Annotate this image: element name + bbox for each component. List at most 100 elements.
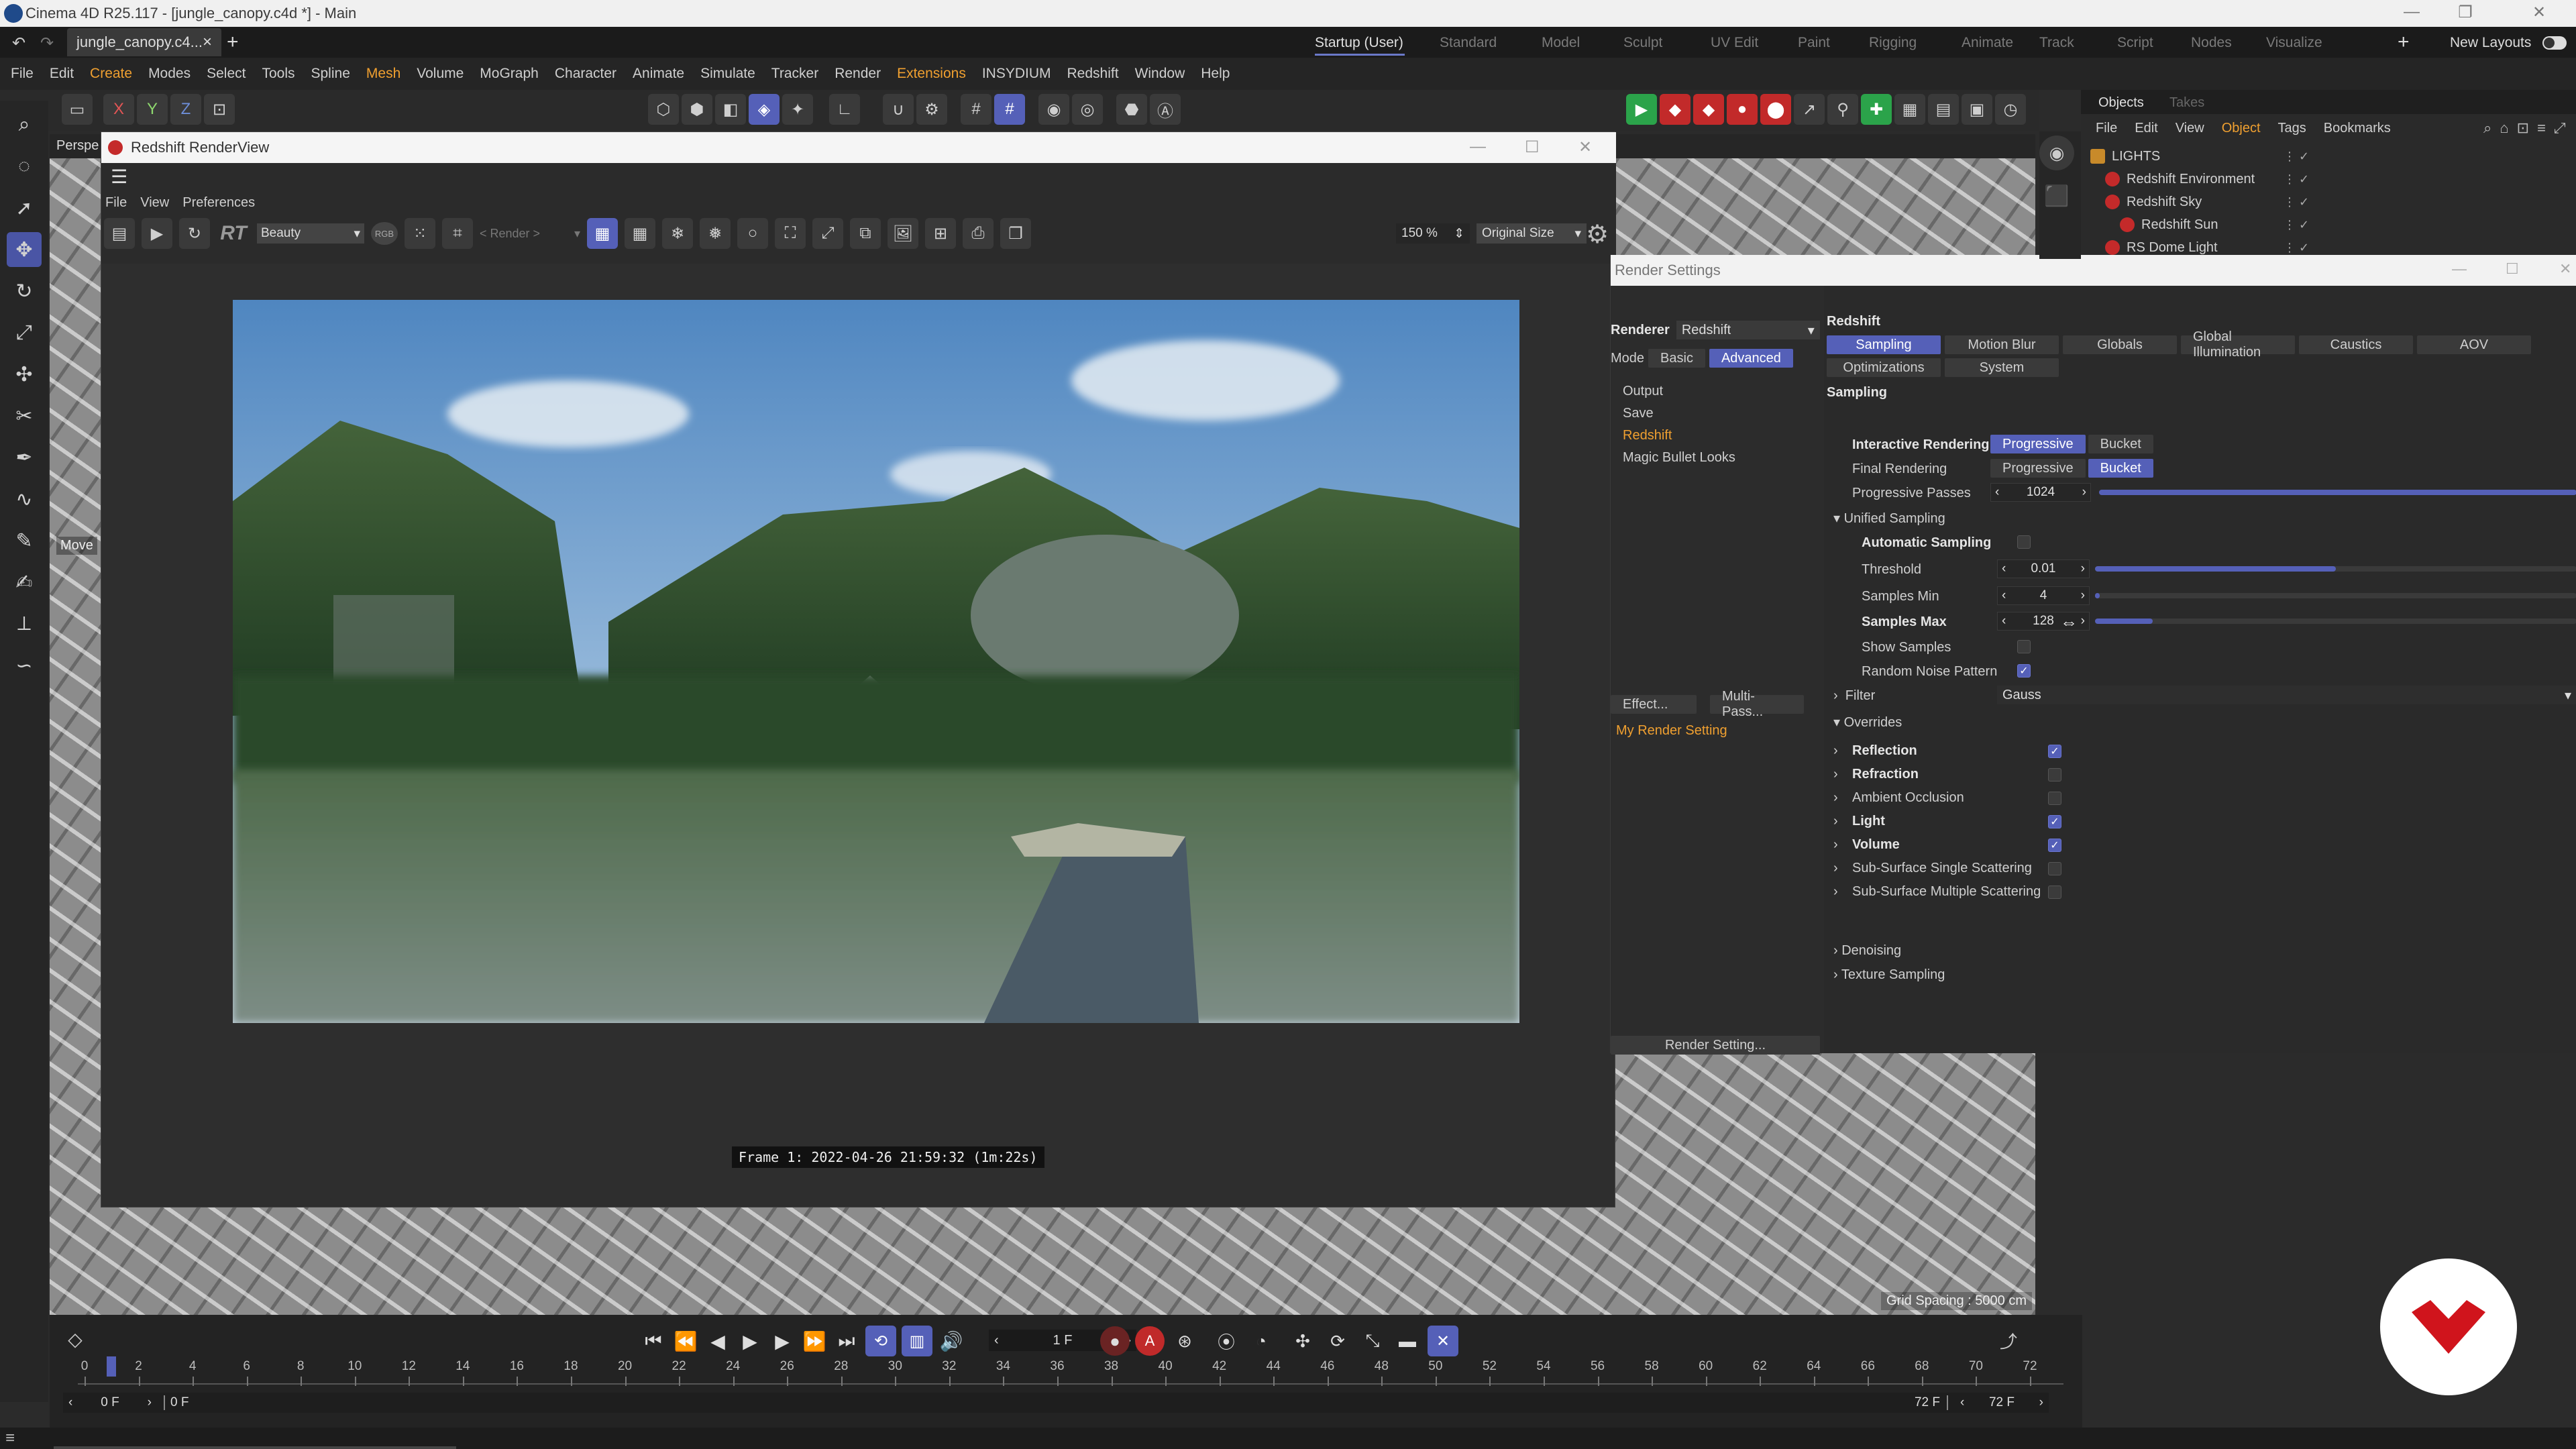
- texture-sampling-header[interactable]: › Texture Sampling: [1833, 967, 1945, 983]
- next-frame-icon[interactable]: ▶: [769, 1330, 796, 1352]
- minimize-icon[interactable]: —: [2388, 3, 2435, 24]
- aov-dropdown[interactable]: Beauty ▾: [257, 223, 364, 244]
- objects-menu-object[interactable]: Object: [2222, 121, 2261, 136]
- override-expand-icon[interactable]: ›: [1833, 767, 1852, 782]
- override-sub-surface-multiple-scattering[interactable]: › Sub-Surface Multiple Scattering: [1833, 880, 2075, 904]
- samples-max-slider[interactable]: [2095, 619, 2576, 624]
- render-queue-icon[interactable]: ▣: [1962, 94, 1992, 125]
- tab-aov[interactable]: AOV: [2417, 335, 2531, 354]
- view-toggle-icon[interactable]: ▭: [62, 94, 93, 125]
- rgb-channel-button[interactable]: RGB: [371, 222, 398, 245]
- next-key-icon[interactable]: ⏩: [801, 1330, 828, 1352]
- layout-toggle[interactable]: [2542, 36, 2567, 50]
- object-visibility-icons[interactable]: ⋮ ✓: [2284, 172, 2309, 186]
- override-expand-icon[interactable]: ›: [1833, 884, 1852, 900]
- menu-tracker[interactable]: Tracker: [771, 66, 818, 82]
- move-tool-icon[interactable]: ✥: [7, 232, 42, 267]
- timeline-ruler[interactable]: 0 2 4 6 8 10 12 14 16 18 20 22 24 26 28 30 32 34 36 38 40 42 4…: [78, 1356, 2063, 1391]
- workplane-icon[interactable]: ◉: [1038, 94, 1069, 125]
- renderview-menu-view[interactable]: View: [140, 195, 169, 211]
- spline-tool-icon[interactable]: ∿: [7, 482, 42, 517]
- sound-icon[interactable]: 🔊: [938, 1330, 965, 1352]
- picture-viewer-icon[interactable]: ◷: [1995, 94, 2026, 125]
- expand-icon[interactable]: ⤢: [812, 218, 843, 249]
- override-checkbox[interactable]: [2048, 791, 2061, 805]
- playhead-marker[interactable]: [107, 1356, 117, 1377]
- go-start-icon[interactable]: ⏮: [640, 1330, 667, 1352]
- menu-simulate[interactable]: Simulate: [700, 66, 755, 82]
- crop-icon[interactable]: ⌗: [442, 218, 473, 249]
- uv-mode-icon[interactable]: ✦: [782, 94, 813, 125]
- pv-icon[interactable]: ⎙: [963, 218, 994, 249]
- render-region-icon[interactable]: ⬣: [1116, 94, 1147, 125]
- refresh-icon[interactable]: ↻: [179, 218, 210, 249]
- menu-window[interactable]: Window: [1135, 66, 1185, 82]
- snowflake-alt-icon[interactable]: ❅: [700, 218, 731, 249]
- tree-item-save[interactable]: Save: [1623, 406, 1735, 428]
- bucket-render-icon[interactable]: ▦: [587, 218, 618, 249]
- objects-expand-icon[interactable]: ⤢: [2554, 119, 2566, 137]
- progressive-passes-slider[interactable]: [2099, 490, 2576, 495]
- redshift-material-icon[interactable]: ⬤: [1760, 94, 1791, 125]
- motion-system-icon[interactable]: ⦿: [1212, 1326, 1241, 1356]
- object-row-rs-dome-light[interactable]: RS Dome Light ⋮ ✓: [2090, 236, 2573, 259]
- layout-tab-nodes[interactable]: Nodes: [2191, 35, 2232, 51]
- override-sub-surface-single-scattering[interactable]: › Sub-Surface Single Scattering: [1833, 857, 2075, 880]
- tab-global-illumination[interactable]: Global Illumination: [2181, 329, 2295, 360]
- rs-minimize-icon[interactable]: —: [2452, 260, 2467, 278]
- renderview-maximize-icon[interactable]: ☐: [1525, 138, 1540, 157]
- dots-grid-icon[interactable]: ⁙: [405, 218, 435, 249]
- axis-x-button[interactable]: X: [103, 94, 134, 125]
- snap-grid-icon[interactable]: #: [994, 94, 1025, 125]
- mode-advanced-button[interactable]: Advanced: [1709, 349, 1793, 368]
- denoising-header[interactable]: › Denoising: [1833, 943, 1901, 959]
- objects-menu-tags[interactable]: Tags: [2278, 121, 2306, 136]
- tab-motion-blur[interactable]: Motion Blur: [1945, 335, 2059, 354]
- start-frame-field[interactable]: ‹ 0 F ›: [63, 1393, 157, 1412]
- filter-expander[interactable]: › Filter: [1833, 688, 1875, 704]
- autokey-icon[interactable]: A: [1135, 1326, 1165, 1356]
- hamburger-menu-icon[interactable]: ☰: [111, 166, 127, 188]
- document-tab-close-icon[interactable]: ×: [203, 33, 212, 52]
- menu-mesh[interactable]: Mesh: [366, 66, 400, 82]
- settings-cog-icon[interactable]: ⚙: [916, 94, 947, 125]
- model-mode-icon[interactable]: ⬡: [648, 94, 679, 125]
- override-ambient-occlusion[interactable]: › Ambient Occlusion: [1833, 786, 2075, 810]
- clapper-icon[interactable]: ▤: [104, 218, 135, 249]
- object-row-redshift-environment[interactable]: Redshift Environment ⋮ ✓: [2090, 168, 2573, 191]
- axis-y-button[interactable]: Y: [137, 94, 168, 125]
- tab-globals[interactable]: Globals: [2063, 335, 2177, 354]
- snowflake-icon[interactable]: ❄: [662, 218, 693, 249]
- live-selection-icon[interactable]: ◌: [7, 149, 42, 184]
- layout-tab-script[interactable]: Script: [2117, 35, 2153, 51]
- link-icon[interactable]: ⚲: [1827, 94, 1858, 125]
- layout-tab-model[interactable]: Model: [1542, 35, 1580, 51]
- override-checkbox[interactable]: [2048, 861, 2061, 875]
- grid-view-icon[interactable]: ▦: [625, 218, 655, 249]
- curve-editor-icon[interactable]: ⤴: [1995, 1327, 2022, 1354]
- override-checkbox[interactable]: ✓: [2048, 814, 2061, 828]
- tab-optimizations[interactable]: Optimizations: [1827, 358, 1941, 377]
- go-end-icon[interactable]: ⏭: [833, 1330, 860, 1352]
- range-start-handle[interactable]: [164, 1395, 165, 1410]
- object-row-redshift-sun[interactable]: Redshift Sun ⋮ ✓: [2090, 213, 2573, 236]
- render-camera-dropdown[interactable]: < Render > ▾: [480, 223, 580, 244]
- objects-search-icon[interactable]: ⌕: [2483, 119, 2491, 137]
- layout-tab-paint[interactable]: Paint: [1798, 35, 1830, 51]
- play-icon[interactable]: ▶: [737, 1330, 763, 1352]
- menu-redshift[interactable]: Redshift: [1067, 66, 1119, 82]
- transform-tool-icon[interactable]: ✣: [7, 357, 42, 392]
- menu-insydium[interactable]: INSYDIUM: [982, 66, 1051, 82]
- render-a-icon[interactable]: Ⓐ: [1150, 94, 1181, 125]
- cube-icon[interactable]: ⬛: [2039, 178, 2074, 213]
- render-view-icon[interactable]: ▶: [1626, 94, 1657, 125]
- loop-icon[interactable]: ⟲: [865, 1326, 896, 1356]
- objects-menu-bookmarks[interactable]: Bookmarks: [2324, 121, 2391, 136]
- redshift-light-icon[interactable]: ●: [1727, 94, 1758, 125]
- unified-sampling-header[interactable]: ▾ Unified Sampling: [1833, 510, 1945, 527]
- objects-filter-icon[interactable]: ≡: [2537, 119, 2546, 137]
- status-menu-icon[interactable]: ≡: [5, 1429, 15, 1448]
- rotate-tool-icon[interactable]: ↻: [7, 274, 42, 309]
- rs-close-icon[interactable]: ✕: [2559, 260, 2571, 278]
- circle-icon[interactable]: ○: [737, 218, 768, 249]
